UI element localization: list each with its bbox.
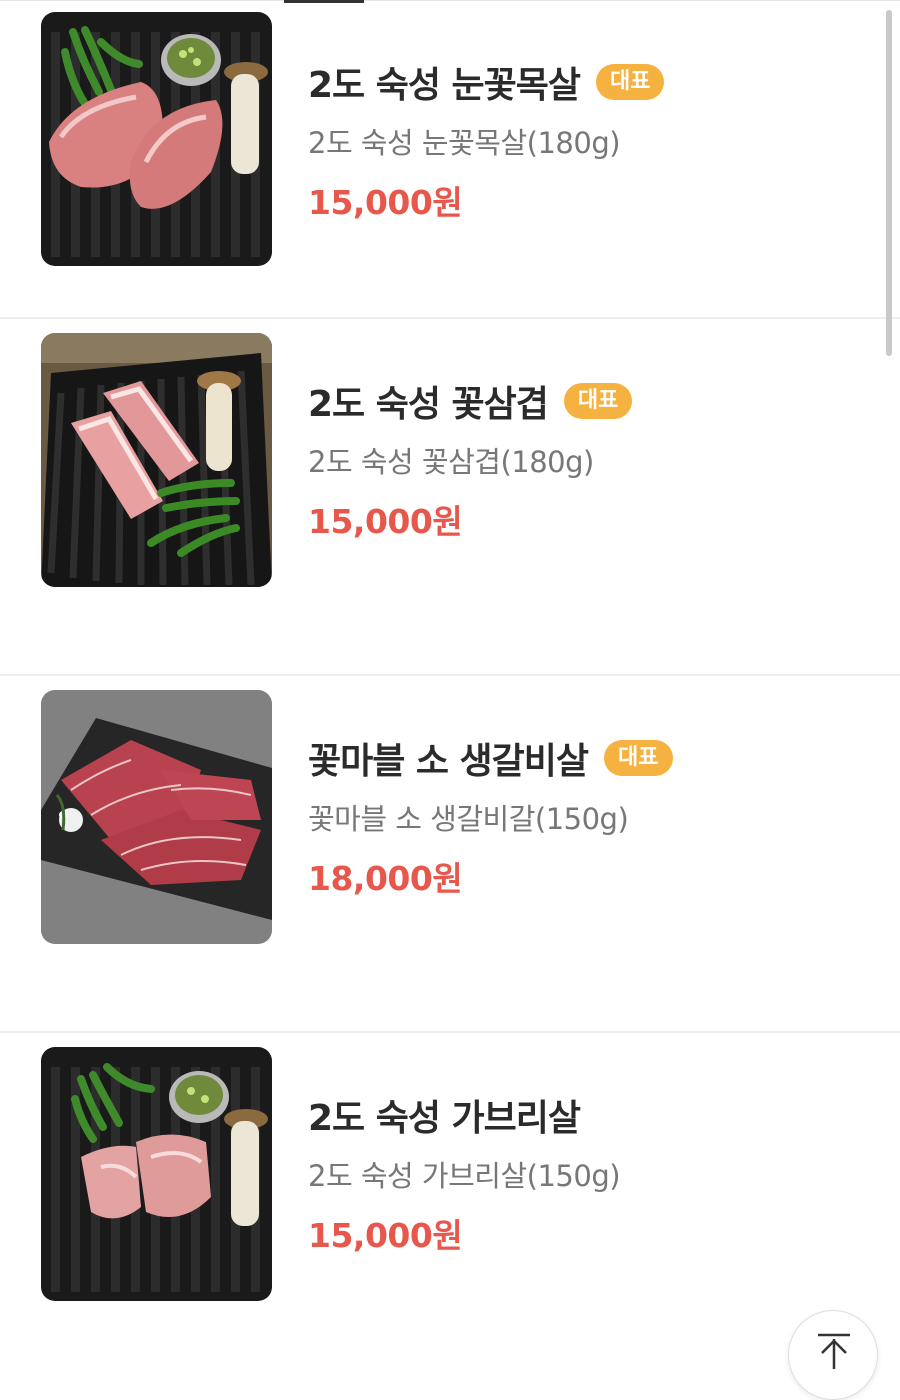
menu-item-description: 2도 숙성 가브리살(150g) [308, 1159, 621, 1193]
menu-item-info: 2도 숙성 눈꽃목살 대표 2도 숙성 눈꽃목살(180g) 15,000원 [308, 58, 665, 224]
menu-item-description: 꽃마블 소 생갈비갈(150g) [308, 802, 629, 836]
menu-item-name-row: 2도 숙성 눈꽃목살 대표 [308, 58, 665, 106]
arrow-up-to-top-icon [818, 1333, 850, 1369]
menu-item-name: 2도 숙성 꽃삼겹 [308, 384, 549, 425]
pork-jowl-on-grill-image [41, 1047, 272, 1301]
signature-badge: 대표 [563, 383, 633, 419]
menu-list: 2도 숙성 눈꽃목살 대표 2도 숙성 눈꽃목살(180g) 15,000원 2… [0, 0, 900, 1390]
menu-item[interactable]: 2도 숙성 눈꽃목살 대표 2도 숙성 눈꽃목살(180g) 15,000원 [0, 0, 900, 319]
menu-item-info: 2도 숙성 가브리살 2도 숙성 가브리살(150g) 15,000원 [308, 1091, 621, 1257]
signature-badge: 대표 [595, 64, 665, 100]
menu-item-price: 15,000원 [308, 502, 463, 541]
menu-item-description: 2도 숙성 눈꽃목살(180g) [308, 126, 621, 160]
menu-item[interactable]: 꽃마블 소 생갈비살 대표 꽃마블 소 생갈비갈(150g) 18,000원 [0, 676, 900, 1033]
menu-item-price: 15,000원 [308, 183, 463, 222]
scroll-to-top-button[interactable] [788, 1310, 878, 1400]
menu-item-name: 2도 숙성 가브리살 [308, 1098, 581, 1139]
menu-item-name-row: 꽃마블 소 생갈비살 대표 [308, 734, 673, 782]
menu-item[interactable]: 2도 숙성 가브리살 2도 숙성 가브리살(150g) 15,000원 [0, 1033, 900, 1390]
menu-item-description: 2도 숙성 꽃삼겹(180g) [308, 445, 594, 479]
pork-neck-on-grill-image [41, 12, 272, 266]
menu-item[interactable]: 2도 숙성 꽃삼겹 대표 2도 숙성 꽃삼겹(180g) 15,000원 [0, 319, 900, 676]
menu-item-name: 꽃마블 소 생갈비살 [308, 741, 589, 782]
menu-item-price: 15,000원 [308, 1216, 463, 1255]
menu-item-image [41, 690, 272, 944]
scrollbar[interactable] [886, 10, 892, 356]
menu-item-info: 꽃마블 소 생갈비살 대표 꽃마블 소 생갈비갈(150g) 18,000원 [308, 734, 673, 900]
menu-item-name: 2도 숙성 눈꽃목살 [308, 65, 581, 106]
menu-item-name-row: 2도 숙성 꽃삼겹 대표 [308, 377, 633, 425]
signature-badge: 대표 [604, 740, 673, 776]
menu-item-name-row: 2도 숙성 가브리살 [308, 1091, 620, 1139]
menu-item-info: 2도 숙성 꽃삼겹 대표 2도 숙성 꽃삼겹(180g) 15,000원 [308, 377, 633, 543]
pork-belly-on-grill-image [41, 333, 272, 587]
menu-item-price: 18,000원 [308, 859, 463, 898]
beef-rib-on-slate-image [41, 690, 272, 944]
menu-item-image [41, 333, 272, 587]
menu-item-image [41, 1047, 272, 1301]
menu-item-image [41, 12, 272, 266]
